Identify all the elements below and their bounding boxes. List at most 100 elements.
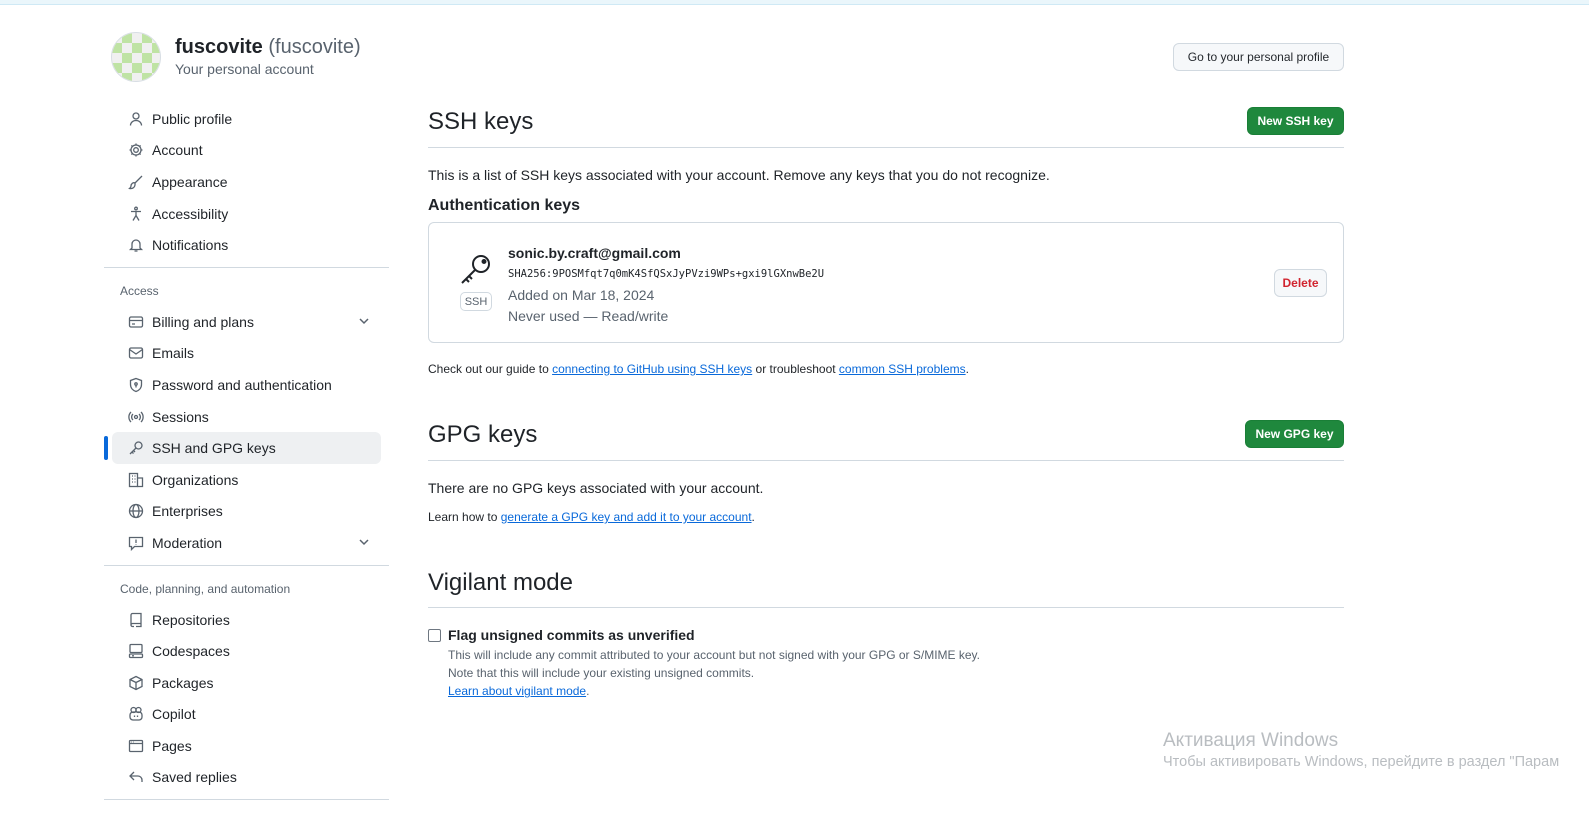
ssh-guide-pre: Check out our guide to <box>428 362 553 376</box>
sidebar-divider <box>104 564 389 566</box>
organization-icon <box>128 472 144 488</box>
ssh-guide-link[interactable]: connecting to GitHub using SSH keys <box>552 362 752 376</box>
vigilant-learn-text: Learn about vigilant mode. <box>448 684 589 698</box>
codespaces-icon <box>128 643 144 659</box>
sidebar-item-label: Organizations <box>152 471 239 488</box>
sidebar-item-account[interactable]: Account <box>112 135 381 167</box>
delete-ssh-key-button[interactable]: Delete <box>1274 269 1327 297</box>
copilot-icon <box>128 706 144 722</box>
sidebar-item-label: Notifications <box>152 237 229 254</box>
mail-icon <box>128 345 144 361</box>
sidebar-item-packages[interactable]: Packages <box>112 667 381 699</box>
ssh-badge: SSH <box>460 292 492 311</box>
accessibility-icon <box>128 206 144 222</box>
credit-card-icon <box>128 314 144 330</box>
gpg-learn-pre: Learn how to <box>428 510 501 524</box>
windows-activation-title: Активация Windows <box>1163 730 1339 751</box>
sidebar-item-label: Public profile <box>152 110 233 127</box>
repo-icon <box>128 612 144 628</box>
sidebar-item-label: Appearance <box>152 173 228 190</box>
new-gpg-key-button[interactable]: New GPG key <box>1245 420 1344 448</box>
gpg-empty-text: There are no GPG keys associated with yo… <box>428 480 764 496</box>
browser-icon <box>128 738 144 754</box>
sidebar-item-password-auth[interactable]: Password and authentication <box>112 369 381 401</box>
account-name[interactable]: fuscovite (fuscovite) <box>175 36 361 59</box>
go-to-profile-button[interactable]: Go to your personal profile <box>1173 43 1344 71</box>
ssh-key-fingerprint: SHA256:9POSMfqt7q0mK4SfQSxJyPVzi9WPs+gxi… <box>508 268 825 280</box>
ssh-description: This is a list of SSH keys associated wi… <box>428 167 1050 183</box>
vigilant-divider <box>428 607 1344 608</box>
flag-unsigned-checkbox[interactable] <box>428 629 441 642</box>
sidebar-item-label: Moderation <box>152 534 223 551</box>
account-display-name: fuscovite <box>175 36 263 58</box>
account-subtitle: Your personal account <box>175 61 314 77</box>
sidebar-item-organizations[interactable]: Organizations <box>112 464 381 496</box>
avatar[interactable] <box>111 32 161 82</box>
top-border <box>0 0 1589 5</box>
shield-lock-icon <box>128 377 144 393</box>
sidebar-item-copilot[interactable]: Copilot <box>112 699 381 731</box>
package-icon <box>128 675 144 691</box>
account-login: (fuscovite) <box>268 36 361 58</box>
chevron-down-icon[interactable] <box>357 535 371 549</box>
sidebar-item-sessions[interactable]: Sessions <box>112 401 381 433</box>
sidebar-item-moderation[interactable]: Moderation <box>112 527 381 559</box>
sidebar-item-emails[interactable]: Emails <box>112 338 381 370</box>
sidebar-item-label: Repositories <box>152 611 230 628</box>
vigilant-learn-post: . <box>586 684 590 698</box>
sidebar-item-label: Account <box>152 142 203 159</box>
windows-activation-text: Чтобы активировать Windows, перейдите в … <box>1163 754 1560 770</box>
gpg-learn-post: . <box>751 510 755 524</box>
ssh-divider <box>428 147 1344 148</box>
flag-unsigned-label[interactable]: Flag unsigned commits as unverified <box>448 627 695 643</box>
ssh-key-added-date: Added on Mar 18, 2024 <box>508 287 655 303</box>
key-icon <box>128 440 144 456</box>
vigilant-mode-title: Vigilant mode <box>428 569 573 596</box>
gpg-divider <box>428 460 1344 461</box>
broadcast-icon <box>128 409 144 425</box>
sidebar-item-repositories[interactable]: Repositories <box>112 604 381 636</box>
sidebar-item-pages[interactable]: Pages <box>112 730 381 762</box>
sidebar-divider <box>104 799 389 801</box>
sidebar-divider <box>104 266 389 268</box>
sidebar-heading-access: Access <box>120 283 159 298</box>
gpg-generate-link[interactable]: generate a GPG key and add it to your ac… <box>501 510 752 524</box>
key-icon <box>461 255 490 284</box>
vigilant-learn-link[interactable]: Learn about vigilant mode <box>448 684 586 698</box>
sidebar-item-label: Codespaces <box>152 643 230 660</box>
sidebar-heading-code: Code, planning, and automation <box>120 581 291 596</box>
gear-icon <box>128 142 144 158</box>
sidebar-item-accessibility[interactable]: Accessibility <box>112 198 381 230</box>
vigilant-note-1: This will include any commit attributed … <box>448 648 981 662</box>
sidebar-item-codespaces[interactable]: Codespaces <box>112 635 381 667</box>
sidebar-item-label: Password and authentication <box>152 376 332 393</box>
sidebar-item-label: Enterprises <box>152 503 223 520</box>
chevron-down-icon[interactable] <box>357 314 371 328</box>
sidebar-item-appearance[interactable]: Appearance <box>112 166 381 198</box>
new-ssh-key-button[interactable]: New SSH key <box>1247 107 1344 135</box>
reply-icon <box>128 769 144 785</box>
paintbrush-icon <box>128 174 144 190</box>
sidebar-item-enterprises[interactable]: Enterprises <box>112 496 381 528</box>
report-icon <box>128 535 144 551</box>
bell-icon <box>128 237 144 253</box>
gpg-learn-text: Learn how to generate a GPG key and add … <box>428 510 755 524</box>
sidebar-item-label: Pages <box>152 737 192 754</box>
sidebar-item-label: Saved replies <box>152 769 237 786</box>
sidebar-item-ssh-gpg-keys[interactable]: SSH and GPG keys <box>104 432 381 464</box>
sidebar-item-label: Billing and plans <box>152 313 254 330</box>
person-icon <box>128 111 144 127</box>
sidebar-item-saved-replies[interactable]: Saved replies <box>112 762 381 794</box>
sidebar-item-label: Sessions <box>152 408 209 425</box>
ssh-guide-post: . <box>965 362 969 376</box>
authentication-keys-heading: Authentication keys <box>428 197 581 214</box>
sidebar-item-public-profile[interactable]: Public profile <box>112 103 381 135</box>
ssh-key-item <box>428 222 1344 343</box>
sidebar-item-notifications[interactable]: Notifications <box>112 229 381 261</box>
ssh-key-title: sonic.by.craft@gmail.com <box>508 245 681 261</box>
sidebar-item-label: Emails <box>152 345 195 362</box>
ssh-keys-title: SSH keys <box>428 108 534 135</box>
sidebar-item-billing[interactable]: Billing and plans <box>112 306 381 338</box>
settings-sidebar: Public profile Account Appearance Access… <box>104 103 389 808</box>
ssh-troubleshoot-link[interactable]: common SSH problems <box>839 362 966 376</box>
